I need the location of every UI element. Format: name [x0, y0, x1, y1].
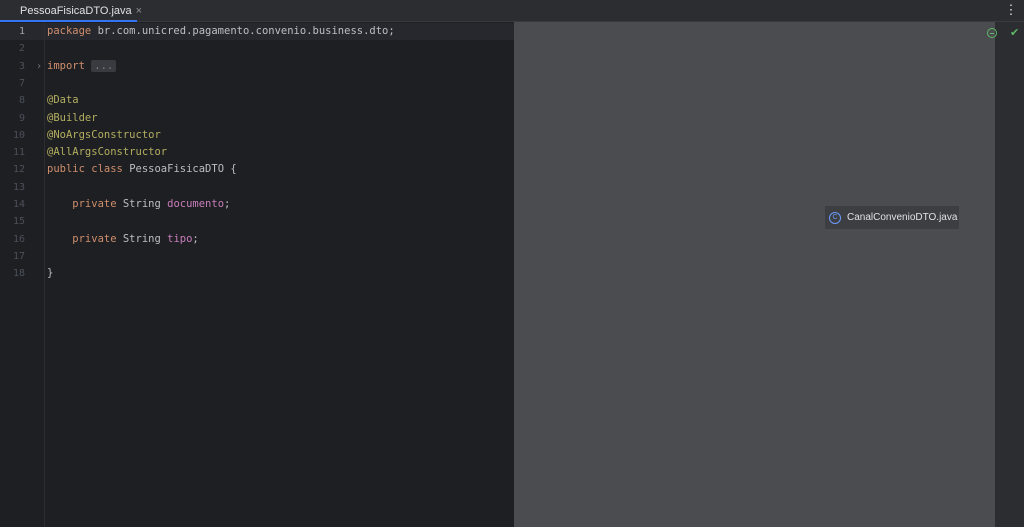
- line-number: 10: [12, 129, 25, 141]
- code-token: tipo: [167, 232, 193, 245]
- close-icon[interactable]: ×: [136, 5, 142, 17]
- code-editor[interactable]: 1 package br.com.unicred.pagamento.conven…: [0, 22, 514, 527]
- line-number: 1: [18, 26, 25, 37]
- dragged-file-name: CanalConvenioDTO.java: [847, 212, 958, 223]
- code-line[interactable]: 9 @Builder: [0, 110, 514, 127]
- line-number: 18: [12, 268, 25, 280]
- code-line[interactable]: 2: [0, 40, 514, 57]
- code-line[interactable]: 12 public class PessoaFisicaDTO {: [0, 161, 514, 178]
- code-line[interactable]: 16 private String tipo;: [0, 231, 514, 248]
- code-text: }: [47, 265, 53, 282]
- tab-pessoa-fisica-dto[interactable]: PessoaFisicaDTO.java ×: [0, 0, 142, 22]
- line-number: 8: [18, 95, 25, 107]
- code-line[interactable]: 18}: [0, 265, 514, 282]
- code-line[interactable]: 11 @AllArgsConstructor: [0, 144, 514, 161]
- code-text: package br.com.unicred.pagamento.conveni…: [47, 23, 395, 40]
- fold-chevron-icon[interactable]: ›: [36, 58, 42, 75]
- line-number: 17: [12, 250, 25, 262]
- line-number: 2: [18, 43, 25, 55]
- code-token: @AllArgsConstructor: [47, 146, 168, 159]
- code-token: String: [122, 198, 168, 210]
- line-number: 7: [18, 77, 25, 89]
- code-text: @AllArgsConstructor: [47, 144, 167, 161]
- code-line[interactable]: 14 private String documento;: [0, 196, 514, 213]
- code-line[interactable]: 7: [0, 75, 514, 92]
- code-token: ;: [192, 232, 199, 245]
- code-line[interactable]: 15: [0, 213, 514, 230]
- code-text: private String documento;: [47, 196, 230, 213]
- dragged-file-popup: C CanalConvenioDTO.java: [825, 206, 959, 229]
- code-token: ;: [224, 198, 231, 210]
- code-token: @NoArgsConstructor: [47, 128, 161, 141]
- code-text: public class PessoaFisicaDTO {: [47, 161, 237, 178]
- code-line[interactable]: 17: [0, 248, 514, 265]
- more-options-icon[interactable]: ⋮: [1004, 2, 1018, 18]
- code-line[interactable]: 8 @Data: [0, 92, 514, 109]
- code-token: documento: [167, 198, 225, 210]
- code-line[interactable]: 10 @NoArgsConstructor: [0, 127, 514, 144]
- line-number: 16: [12, 233, 25, 245]
- line-number: 9: [18, 112, 25, 124]
- line-number: 15: [12, 216, 25, 228]
- code-token: private: [47, 198, 123, 210]
- code-token: public: [47, 163, 92, 176]
- line-number: 11: [12, 147, 25, 159]
- check-icon[interactable]: ✔: [1010, 26, 1019, 39]
- code-text: @NoArgsConstructor: [47, 127, 161, 144]
- code-token: @Builder: [47, 111, 98, 124]
- code-token: import: [47, 59, 92, 72]
- code-line[interactable]: 3 › import ...: [0, 58, 514, 75]
- code-token: class: [91, 163, 130, 176]
- code-text: import ...: [47, 58, 117, 75]
- code-text: private String tipo;: [47, 231, 199, 248]
- code-token: String: [122, 232, 168, 245]
- code-token: br.com.unicred.pagamento.convenio.busine…: [97, 25, 395, 37]
- split-drop-area[interactable]: [514, 22, 995, 527]
- line-number: 14: [12, 199, 25, 210]
- code-token: package: [47, 25, 98, 37]
- code-text: @Builder: [47, 110, 98, 127]
- code-token: @Data: [47, 94, 79, 107]
- code-line[interactable]: 1 package br.com.unicred.pagamento.conven…: [0, 23, 514, 40]
- class-icon: C: [829, 211, 841, 224]
- line-number: 12: [12, 164, 25, 176]
- code-line[interactable]: 13: [0, 179, 514, 196]
- folded-imports[interactable]: ...: [91, 59, 117, 72]
- editor-tab-bar: PessoaFisicaDTO.java × ⋮: [0, 0, 1024, 22]
- code-token: private: [47, 232, 123, 245]
- code-token: PessoaFisicaDTO {: [129, 163, 237, 176]
- line-number: 13: [12, 181, 25, 193]
- inspection-widget-icon[interactable]: [987, 28, 997, 38]
- tab-label: PessoaFisicaDTO.java: [20, 5, 132, 17]
- line-number: 3: [18, 60, 25, 72]
- editor-scrollbar[interactable]: [995, 22, 1024, 527]
- code-token: }: [47, 267, 54, 280]
- code-text: @Data: [47, 92, 79, 109]
